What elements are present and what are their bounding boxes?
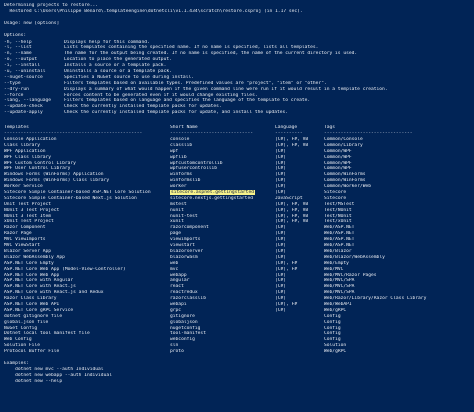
highlighted-short-name: sitecore.aspnet.gettingstarted [170,190,255,196]
options-list: -h, --help Displays help for this command… [4,40,470,117]
table-row: Protocol Buffer File proto Web/gRPC [4,349,470,355]
templates-table: Console Application console [C#], F#, VB Co… [4,137,470,355]
terminal-window[interactable]: Determining projects to restore... Resto… [0,0,474,412]
option-description: Check the currently installed template p… [64,110,289,116]
template-short-name: proto [170,349,184,355]
template-tags: Web/gRPC [324,349,347,355]
template-name: Protocol Buffer File [4,349,60,355]
example-line: dotnet new --help [4,379,63,385]
option-row: --update-apply Check the currently instal… [4,110,470,116]
option-flag: --update-apply [4,110,43,116]
